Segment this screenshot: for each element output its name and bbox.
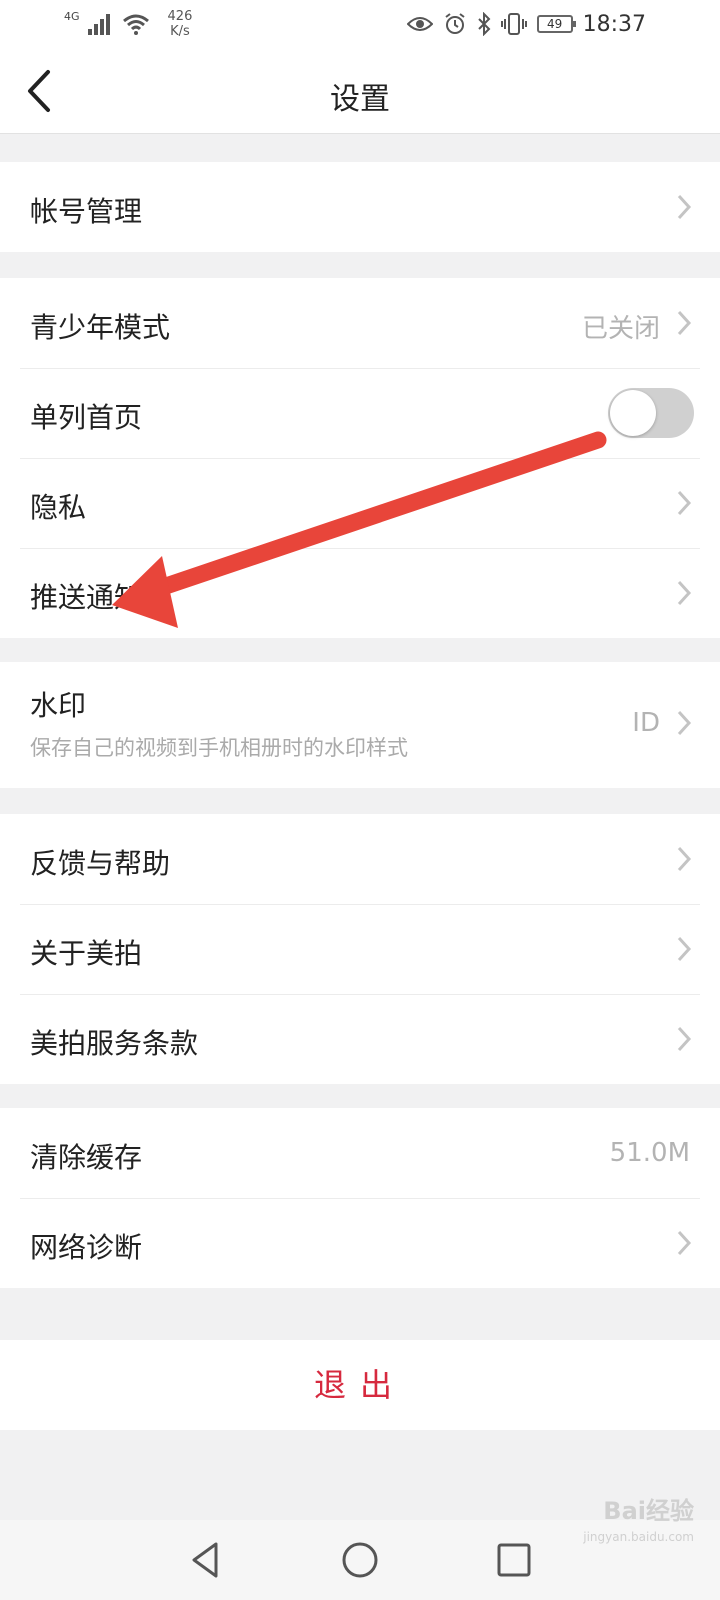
row-watermark[interactable]: 水印 保存自己的视频到手机相册时的水印样式 ID bbox=[0, 662, 720, 788]
cache-size: 51.0M bbox=[609, 1138, 690, 1168]
signal-icon bbox=[87, 14, 110, 35]
nav-home-icon[interactable] bbox=[338, 1538, 382, 1582]
row-account-management[interactable]: 帐号管理 bbox=[0, 162, 720, 252]
youth-mode-status: 已关闭 bbox=[581, 314, 660, 344]
row-terms-of-service[interactable]: 美拍服务条款 bbox=[0, 994, 720, 1084]
row-clear-cache[interactable]: 清除缓存 51.0M bbox=[0, 1108, 720, 1198]
chevron-right-icon bbox=[677, 936, 692, 962]
vibrate-icon bbox=[500, 13, 527, 35]
status-bar: 4G 426 K/s 49 18:37 bbox=[0, 0, 720, 48]
nav-back-icon[interactable] bbox=[184, 1538, 228, 1582]
toggle-knob bbox=[610, 390, 656, 436]
watermark-url: jingyan.baidu.com bbox=[583, 1530, 694, 1544]
row-label: 帐号管理 bbox=[30, 195, 143, 228]
row-subtitle: 保存自己的视频到手机相册时的水印样式 bbox=[30, 736, 408, 760]
group-watermark: 水印 保存自己的视频到手机相册时的水印样式 ID bbox=[0, 662, 720, 788]
chevron-right-icon bbox=[677, 490, 692, 516]
speed-value: 426 bbox=[167, 9, 193, 24]
header: 设置 bbox=[0, 48, 720, 134]
row-about[interactable]: 关于美拍 bbox=[0, 904, 720, 994]
row-single-column-home: 单列首页 bbox=[0, 368, 720, 458]
status-right: 49 18:37 bbox=[406, 8, 646, 40]
clock: 18:37 bbox=[582, 11, 646, 37]
row-youth-mode[interactable]: 青少年模式 已关闭 bbox=[0, 278, 720, 368]
chevron-right-icon bbox=[677, 1230, 692, 1256]
row-label: 美拍服务条款 bbox=[30, 1027, 199, 1060]
eye-icon bbox=[406, 17, 433, 31]
bluetooth-icon bbox=[477, 12, 491, 36]
chevron-right-icon bbox=[677, 1026, 692, 1052]
row-push-notifications[interactable]: 推送通知 bbox=[0, 548, 720, 638]
group-maintenance: 清除缓存 51.0M 网络诊断 bbox=[0, 1108, 720, 1288]
group-account: 帐号管理 bbox=[0, 162, 720, 252]
group-general: 青少年模式 已关闭 单列首页 隐私 推送通知 bbox=[0, 278, 720, 638]
single-column-toggle[interactable] bbox=[608, 388, 694, 438]
baidu-watermark: Bai经验 jingyan.baidu.com bbox=[583, 1498, 694, 1550]
row-label: 青少年模式 bbox=[30, 311, 171, 344]
speed-unit: K/s bbox=[170, 24, 190, 39]
group-help: 反馈与帮助 关于美拍 美拍服务条款 bbox=[0, 814, 720, 1084]
row-label: 网络诊断 bbox=[30, 1231, 143, 1264]
status-left: 4G 426 K/s bbox=[64, 8, 192, 40]
row-label: 推送通知 bbox=[30, 581, 143, 614]
watermark-style-value: ID bbox=[632, 708, 660, 738]
watermark-brand: Bai经验 bbox=[603, 1497, 694, 1525]
wifi-icon bbox=[122, 14, 149, 35]
logout-button[interactable]: 退出 bbox=[0, 1340, 720, 1430]
row-label: 清除缓存 bbox=[30, 1141, 143, 1174]
chevron-right-icon bbox=[677, 194, 692, 220]
chevron-right-icon bbox=[677, 310, 692, 336]
row-label: 单列首页 bbox=[30, 401, 143, 434]
network-type: 4G bbox=[64, 9, 80, 23]
row-label: 反馈与帮助 bbox=[30, 847, 171, 880]
row-label: 水印 bbox=[30, 689, 87, 722]
network-speed: 426 K/s bbox=[168, 9, 193, 39]
alarm-icon bbox=[444, 13, 465, 34]
chevron-right-icon bbox=[677, 846, 692, 872]
chevron-right-icon bbox=[677, 710, 692, 736]
battery-indicator: 49 bbox=[536, 15, 576, 33]
row-feedback-help[interactable]: 反馈与帮助 bbox=[0, 814, 720, 904]
page-title: 设置 bbox=[330, 82, 390, 117]
row-privacy[interactable]: 隐私 bbox=[0, 458, 720, 548]
nav-recents-icon[interactable] bbox=[492, 1538, 536, 1582]
row-network-diagnosis[interactable]: 网络诊断 bbox=[0, 1198, 720, 1288]
chevron-right-icon bbox=[677, 580, 692, 606]
row-label: 关于美拍 bbox=[30, 937, 143, 970]
row-label: 隐私 bbox=[30, 491, 87, 524]
